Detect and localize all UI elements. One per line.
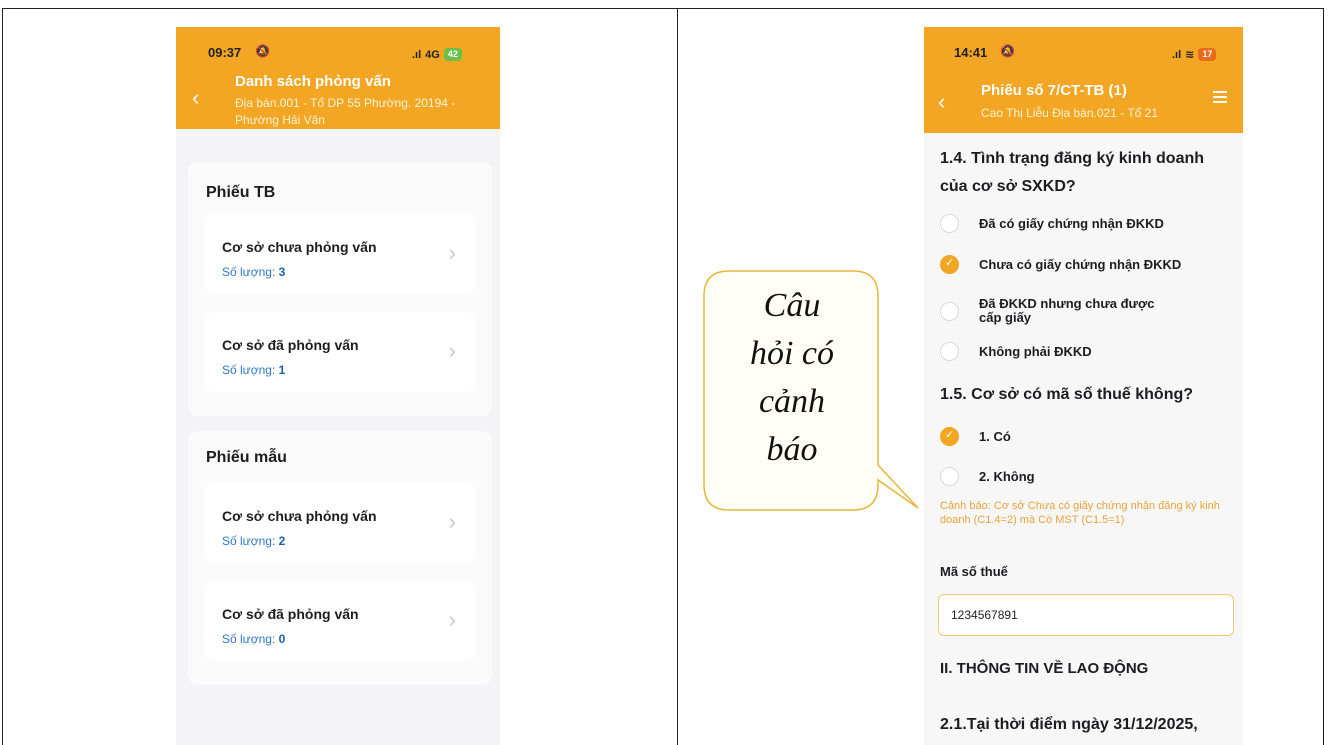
list-item-interviewed[interactable]: Cơ sở đã phỏng vấn Số lượng: 0 › xyxy=(204,581,476,661)
radio-button[interactable] xyxy=(940,342,959,361)
callout-line: hỏi có xyxy=(749,335,835,372)
group-title: Phiếu TB xyxy=(206,184,276,201)
back-icon[interactable]: ‹ xyxy=(192,87,199,109)
status-time: 14:41 xyxy=(954,45,988,60)
question-1-5: 1.5. Cơ sở có mã số thuế không? xyxy=(940,386,1194,403)
page-subtitle: Địa bàn.001 - Tổ DP 55 Phường. 20194 - P… xyxy=(235,96,456,127)
option-1-4-1[interactable]: Đã có giấy chứng nhận ĐKKD xyxy=(940,214,1164,233)
callout-text: Câu hỏi có cảnh báo xyxy=(706,282,878,474)
wifi-icon: ≋ xyxy=(1185,49,1195,61)
option-1-4-3[interactable]: Đã ĐKKD nhưng chưa được cấp giấy xyxy=(940,297,1159,325)
list-item-not-interviewed[interactable]: Cơ sở chưa phỏng vấn Số lượng: 3 › xyxy=(204,214,476,294)
mute-bell-icon: 🔕 xyxy=(1000,44,1015,58)
item-count: Số lượng: 3 xyxy=(222,265,285,279)
app-header: 14:41 🔕 .ıl ≋ 17 ‹ Phiếu số 7/CT-TB (1) … xyxy=(924,27,1243,133)
item-title: Cơ sở chưa phỏng vấn xyxy=(222,239,377,255)
battery-icon: 42 xyxy=(443,48,462,61)
chevron-right-icon: › xyxy=(448,338,456,363)
option-label: 2. Không xyxy=(979,468,1035,484)
option-label: Đã có giấy chứng nhận ĐKKD xyxy=(979,215,1164,231)
group-card-phieu-mau: Phiếu mẫu Cơ sở chưa phỏng vấn Số lượng:… xyxy=(188,431,492,685)
count-value: 1 xyxy=(278,363,286,377)
radio-button-checked[interactable] xyxy=(940,255,959,274)
radio-button[interactable] xyxy=(940,214,959,233)
callout-line: cảnh xyxy=(758,383,826,420)
callout-line: báo xyxy=(766,431,818,468)
count-label: Số lượng: xyxy=(222,363,276,377)
signal-icon: .ıl xyxy=(412,48,422,61)
phone-screenshot-survey-form: 14:41 🔕 .ıl ≋ 17 ‹ Phiếu số 7/CT-TB (1) … xyxy=(924,27,1243,745)
question-2-1: 2.1.Tại thời điểm ngày 31/12/2025, xyxy=(940,716,1198,733)
option-1-5-2[interactable]: 2. Không xyxy=(940,467,1035,486)
count-label: Số lượng: xyxy=(222,534,276,548)
callout-line: Câu xyxy=(763,287,821,324)
item-count: Số lượng: 2 xyxy=(222,534,285,548)
app-header: 09:37 🔕 .ıl 4G 42 ‹ Danh sách phỏng vấn … xyxy=(176,27,500,129)
count-label: Số lượng: xyxy=(222,632,276,646)
back-icon[interactable]: ‹ xyxy=(938,91,945,113)
form-subtitle: Cao Thị Liễu Địa bàn.021 - Tổ 21 xyxy=(981,106,1159,120)
table-divider xyxy=(677,8,678,745)
warning-message: Cảnh báo: Cơ sở Chưa có giấy chứng nhận … xyxy=(940,500,1220,526)
item-title: Cơ sở đã phỏng vấn xyxy=(222,606,359,622)
status-indicators: .ıl ≋ 17 xyxy=(1172,48,1217,61)
count-value: 0 xyxy=(278,632,286,646)
item-count: Số lượng: 1 xyxy=(222,363,285,377)
list-item-not-interviewed[interactable]: Cơ sở chưa phỏng vấn Số lượng: 2 › xyxy=(204,483,476,563)
form-title: Phiếu số 7/CT-TB (1) xyxy=(981,82,1127,99)
option-1-5-1[interactable]: 1. Có xyxy=(940,427,1011,446)
question-1-4: 1.4. Tình trạng đăng ký kinh doanh của c… xyxy=(940,150,1205,195)
radio-button[interactable] xyxy=(940,467,959,486)
item-title: Cơ sở chưa phỏng vấn xyxy=(222,508,377,524)
section-title: II. THÔNG TIN VỀ LAO ĐỘNG xyxy=(940,660,1149,677)
option-label: 1. Có xyxy=(979,428,1011,444)
radio-button-checked[interactable] xyxy=(940,427,959,446)
radio-button[interactable] xyxy=(940,301,959,321)
option-label: Đã ĐKKD nhưng chưa được cấp giấy xyxy=(979,296,1155,325)
tax-code-label: Mã số thuế xyxy=(940,564,1008,579)
mute-bell-icon: 🔕 xyxy=(255,44,270,58)
item-count: Số lượng: 0 xyxy=(222,632,285,646)
signal-icon: .ıl xyxy=(1172,48,1182,61)
list-item-interviewed[interactable]: Cơ sở đã phỏng vấn Số lượng: 1 › xyxy=(204,312,476,392)
count-label: Số lượng: xyxy=(222,265,276,279)
option-1-4-2[interactable]: Chưa có giấy chứng nhận ĐKKD xyxy=(940,255,1181,274)
group-title: Phiếu mẫu xyxy=(206,449,287,466)
option-1-4-4[interactable]: Không phải ĐKKD xyxy=(940,342,1092,361)
item-title: Cơ sở đã phỏng vấn xyxy=(222,337,359,353)
chevron-right-icon: › xyxy=(448,509,456,534)
option-label: Không phải ĐKKD xyxy=(979,343,1092,359)
battery-icon: 17 xyxy=(1198,48,1217,61)
group-card-phieu-tb: Phiếu TB Cơ sở chưa phỏng vấn Số lượng: … xyxy=(188,162,492,416)
count-value: 2 xyxy=(278,534,286,548)
phone-screenshot-interview-list: 09:37 🔕 .ıl 4G 42 ‹ Danh sách phỏng vấn … xyxy=(176,27,500,745)
count-value: 3 xyxy=(278,265,286,279)
network-label: 4G xyxy=(425,48,440,61)
chevron-right-icon: › xyxy=(448,240,456,265)
status-indicators: .ıl 4G 42 xyxy=(412,48,462,61)
menu-icon[interactable] xyxy=(1213,91,1227,106)
option-label: Chưa có giấy chứng nhận ĐKKD xyxy=(979,256,1182,272)
status-time: 09:37 xyxy=(208,45,242,60)
page-title: Danh sách phỏng vấn xyxy=(235,73,391,90)
chevron-right-icon: › xyxy=(448,607,456,632)
tax-code-input[interactable]: 1234567891 xyxy=(938,594,1234,636)
